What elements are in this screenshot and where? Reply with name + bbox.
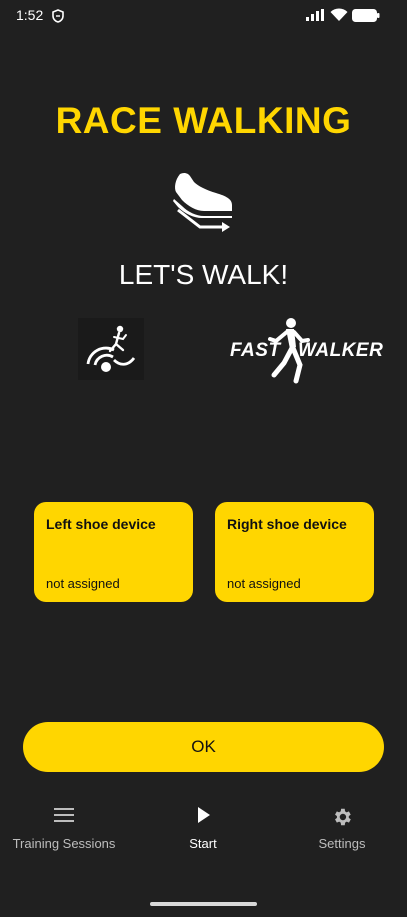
subtitle: LET'S WALK! (118, 259, 289, 290)
status-time: 1:52 (16, 7, 44, 23)
race-walker-logo (78, 318, 144, 380)
ok-button[interactable]: OK (23, 722, 384, 772)
nav-start-label: Start (189, 836, 217, 851)
app-title: RACE WALKING (55, 100, 352, 141)
race-walker-logo-icon (86, 325, 136, 372)
wifi-icon (330, 8, 348, 21)
right-device-title: Right shoe device (227, 516, 347, 532)
right-device-status: not assigned (227, 576, 301, 591)
left-shoe-device-card[interactable]: Left shoe device not assigned (34, 502, 193, 602)
left-device-title: Left shoe device (46, 516, 156, 532)
start-screen: 1:52 RACE WALKING LET'S WALK! FAST WALKE… (0, 0, 407, 917)
signal-icon (306, 9, 324, 21)
menu-icon (54, 808, 74, 822)
logo-text-walker: WALKER (298, 340, 384, 361)
nav-settings[interactable]: Settings (302, 790, 382, 870)
bottom-navigation: Training Sessions Start Settings (0, 790, 407, 885)
left-device-status: not assigned (46, 576, 120, 591)
play-icon (198, 807, 210, 823)
nav-training-label: Training Sessions (12, 836, 116, 851)
battery-icon (352, 9, 380, 22)
fast-walker-logo: FAST WALKER (228, 315, 383, 387)
status-bar: 1:52 (0, 0, 407, 32)
shield-icon (52, 9, 64, 23)
home-indicator[interactable] (150, 902, 257, 906)
nav-start[interactable]: Start (163, 790, 243, 870)
right-shoe-device-card[interactable]: Right shoe device not assigned (215, 502, 374, 602)
nav-training-sessions[interactable]: Training Sessions (4, 790, 124, 870)
shoe-icon (173, 172, 232, 232)
nav-settings-label: Settings (318, 836, 366, 851)
gear-icon (335, 808, 351, 826)
